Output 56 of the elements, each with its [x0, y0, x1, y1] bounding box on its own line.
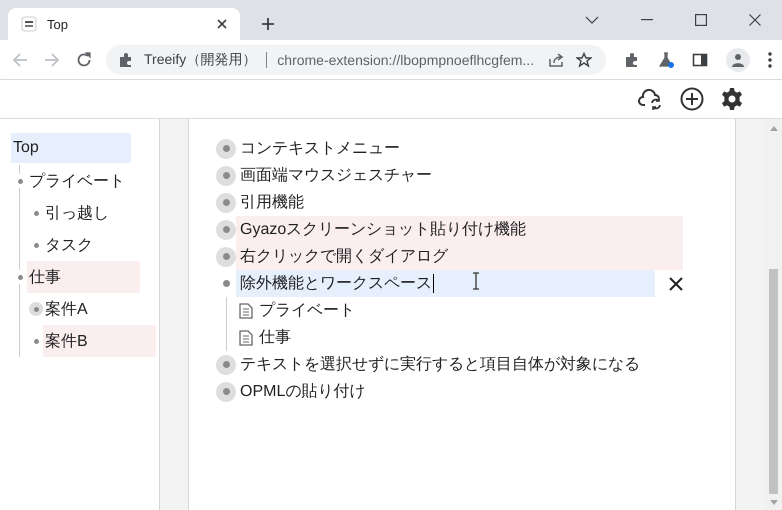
reload-icon[interactable]: [76, 52, 92, 68]
scroll-down-icon[interactable]: [770, 500, 778, 506]
linked-item[interactable]: プライベート: [259, 300, 355, 321]
collapsed-bullet-icon[interactable]: [216, 354, 236, 374]
cloud-sync-icon[interactable]: [638, 88, 664, 110]
linked-item[interactable]: 仕事: [259, 327, 291, 348]
collapsed-bullet-icon[interactable]: [216, 220, 236, 240]
plus-icon[interactable]: [260, 16, 276, 32]
back-arrow-icon[interactable]: [12, 52, 28, 68]
address-bar[interactable]: Treeify（開発用） chrome-extension://lbopmpnoeflhcgfem...: [106, 44, 606, 74]
collapsed-bullet-icon[interactable]: [216, 246, 236, 266]
item-text[interactable]: コンテキストメニュー: [236, 135, 683, 162]
tree-item[interactable]: 引っ越し: [43, 200, 111, 226]
item-text[interactable]: テキストを選択せずに実行すると項目自体が対象になる: [236, 351, 683, 378]
maximize-icon[interactable]: [695, 14, 707, 26]
more-icon[interactable]: [768, 52, 772, 68]
tree-item[interactable]: 仕事: [27, 261, 140, 293]
browser-tab[interactable]: Top: [8, 8, 240, 40]
collapsed-bullet-icon[interactable]: [216, 192, 236, 212]
collapsed-bullet-icon[interactable]: [29, 302, 43, 316]
favicon-icon: [21, 16, 37, 32]
settings-icon[interactable]: [720, 87, 744, 111]
add-circle-icon[interactable]: [680, 87, 704, 111]
item-text[interactable]: Gyazoスクリーンショット貼り付け機能: [236, 216, 683, 243]
item-text[interactable]: 右クリックで開くダイアログ: [236, 243, 683, 270]
close-icon[interactable]: [749, 14, 761, 26]
document-icon: [239, 302, 253, 318]
item-text[interactable]: OPMLの貼り付け: [236, 378, 683, 405]
scrollbar-thumb[interactable]: [769, 269, 778, 494]
scroll-up-icon[interactable]: [770, 125, 778, 131]
tree-item[interactable]: タスク: [43, 232, 95, 258]
item-text[interactable]: 引用機能: [236, 189, 683, 216]
tree-item[interactable]: 案件A: [43, 296, 90, 322]
tab-title: Top: [47, 16, 69, 32]
site-name: Treeify（開発用）: [144, 50, 256, 68]
delete-icon[interactable]: [669, 276, 683, 290]
tree-item[interactable]: 案件B: [43, 325, 156, 357]
puzzle-icon: [118, 52, 134, 68]
flask-icon[interactable]: [658, 52, 674, 68]
star-icon[interactable]: [576, 52, 592, 68]
chevron-down-icon[interactable]: [585, 15, 599, 25]
collapsed-bullet-icon[interactable]: [216, 166, 236, 186]
collapsed-bullet-icon[interactable]: [216, 138, 236, 158]
avatar-icon[interactable]: [726, 48, 750, 72]
puzzle-icon[interactable]: [624, 52, 640, 68]
share-icon[interactable]: [548, 52, 566, 68]
item-text[interactable]: 画面端マウスジェスチャー: [236, 162, 683, 189]
url-text: chrome-extension://lbopmpnoeflhcgfem...: [277, 52, 536, 68]
collapsed-bullet-icon[interactable]: [216, 382, 236, 402]
tree-item[interactable]: プライベート: [27, 168, 127, 194]
minimize-icon[interactable]: [641, 19, 653, 21]
document-icon: [239, 330, 253, 346]
text-cursor-icon: [472, 272, 480, 290]
forward-arrow-icon[interactable]: [44, 52, 60, 68]
side-panel-icon[interactable]: [692, 52, 708, 68]
item-text-field[interactable]: 除外機能とワークスペース: [236, 270, 655, 297]
